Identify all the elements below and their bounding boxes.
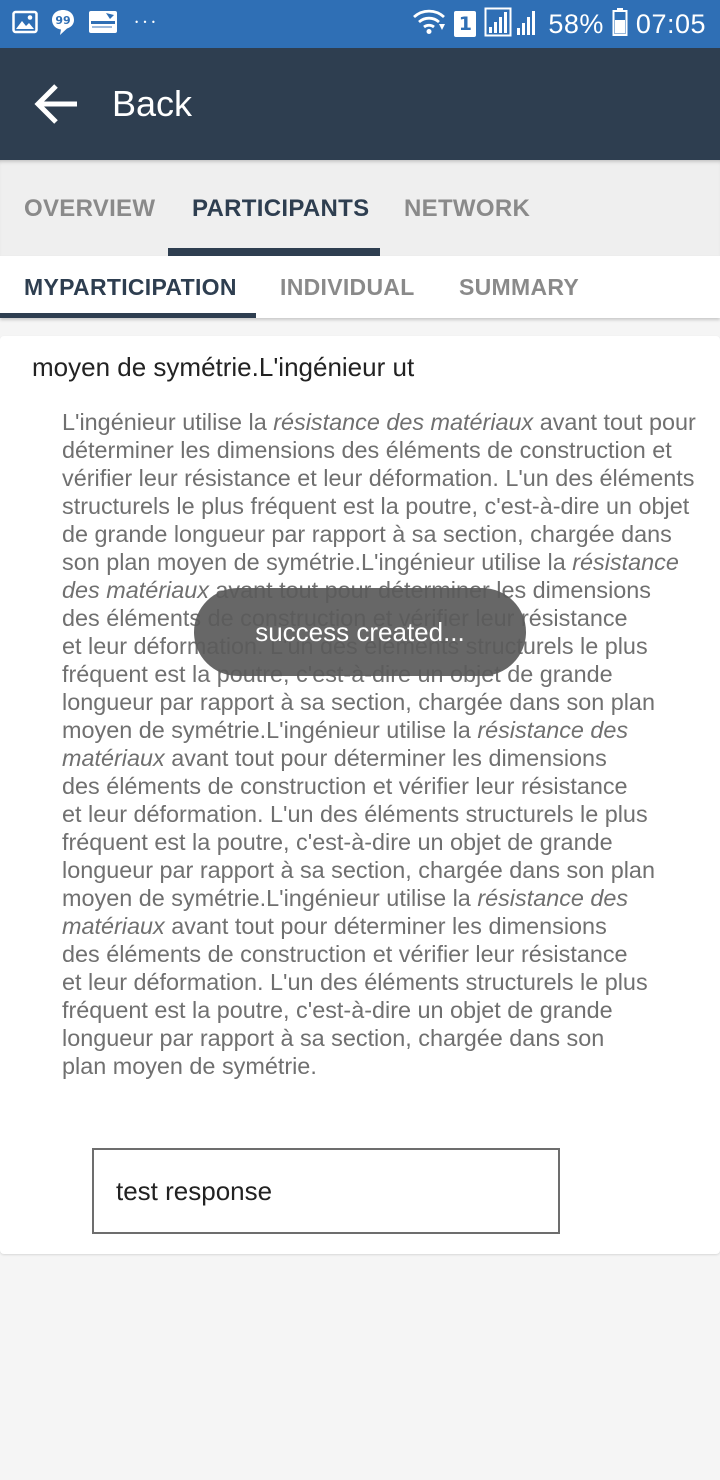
question-text-line: structurels le plus fréquent est la pout… — [62, 493, 690, 519]
question-text: L'ingénieur utilise la résistance des ma… — [62, 408, 712, 1080]
question-card: moyen de symétrie.L'ingénieur ut L'ingén… — [0, 336, 720, 1254]
question-text-line: des éléments de construction et vérifier… — [62, 773, 628, 799]
wifi-icon — [412, 8, 446, 41]
chat-icon: 99 — [50, 8, 76, 40]
question-text-line: son plan moyen de symétrie.L'ingénieur u… — [62, 549, 679, 575]
signal-icon — [484, 7, 540, 42]
tab-overview[interactable]: OVERVIEW — [24, 160, 155, 256]
status-bar-system: 1 58% 07:05 — [412, 4, 706, 44]
question-text-line: vérifier leur résistance et leur déforma… — [62, 465, 695, 491]
question-text-line: moyen de symétrie.L'ingénieur utilise la… — [62, 885, 629, 911]
back-button[interactable]: Back — [112, 80, 192, 128]
tab-myparticipation[interactable]: MYPARTICIPATION — [24, 256, 237, 316]
gallery-icon — [12, 9, 38, 39]
active-subtab-indicator — [0, 313, 256, 318]
arrow-left-icon[interactable] — [32, 82, 80, 126]
question-text-line: de grande longueur par rapport à sa sect… — [62, 521, 672, 547]
status-bar: 99 ··· 1 58% 07:05 — [0, 0, 720, 48]
question-text-line: matériaux avant tout pour déterminer les… — [62, 913, 607, 939]
sim-icon: 1 — [454, 11, 477, 37]
tab-individual[interactable]: INDIVIDUAL — [280, 256, 415, 316]
question-title: moyen de symétrie.L'ingénieur ut — [32, 352, 415, 382]
tab-network[interactable]: NETWORK — [404, 160, 530, 256]
question-text-line: déterminer les dimensions des éléments d… — [62, 437, 672, 463]
question-text-line: longueur par rapport à sa section, charg… — [62, 1025, 605, 1051]
sub-tabs: MYPARTICIPATION INDIVIDUAL SUMMARY — [0, 256, 720, 318]
tab-summary[interactable]: SUMMARY — [459, 256, 579, 316]
question-text-line: et leur déformation. L'un des éléments s… — [62, 969, 648, 995]
app-bar: Back — [0, 48, 720, 160]
svg-text:99: 99 — [55, 14, 70, 27]
question-text-line: longueur par rapport à sa section, charg… — [62, 857, 655, 883]
app-notification-icon — [88, 9, 118, 39]
question-text-line: des éléments de construction et vérifier… — [62, 941, 628, 967]
question-text-line: longueur par rapport à sa section, charg… — [62, 689, 655, 715]
response-input[interactable] — [92, 1148, 560, 1234]
status-bar-notifications: 99 ··· — [12, 8, 159, 40]
clock: 07:05 — [635, 8, 706, 39]
battery-icon — [612, 7, 628, 41]
question-text-line: et leur déformation. L'un des éléments s… — [62, 801, 648, 827]
question-text-line: fréquent est la poutre, c'est-à-dire un … — [62, 829, 613, 855]
more-notifications-icon: ··· — [134, 11, 160, 36]
active-tab-indicator — [168, 248, 380, 256]
main-tabs: OVERVIEW PARTICIPANTS NETWORK — [0, 160, 720, 256]
toast-message: success created... — [194, 588, 526, 676]
tab-participants[interactable]: PARTICIPANTS — [192, 160, 369, 256]
question-text-line: moyen de symétrie.L'ingénieur utilise la… — [62, 717, 629, 743]
question-text-line: fréquent est la poutre, c'est-à-dire un … — [62, 997, 613, 1023]
battery-percent: 58% — [548, 8, 604, 39]
question-text-line: L'ingénieur utilise la résistance des ma… — [62, 409, 696, 435]
question-text-line: plan moyen de symétrie. — [62, 1053, 317, 1079]
question-text-line: matériaux avant tout pour déterminer les… — [62, 745, 607, 771]
